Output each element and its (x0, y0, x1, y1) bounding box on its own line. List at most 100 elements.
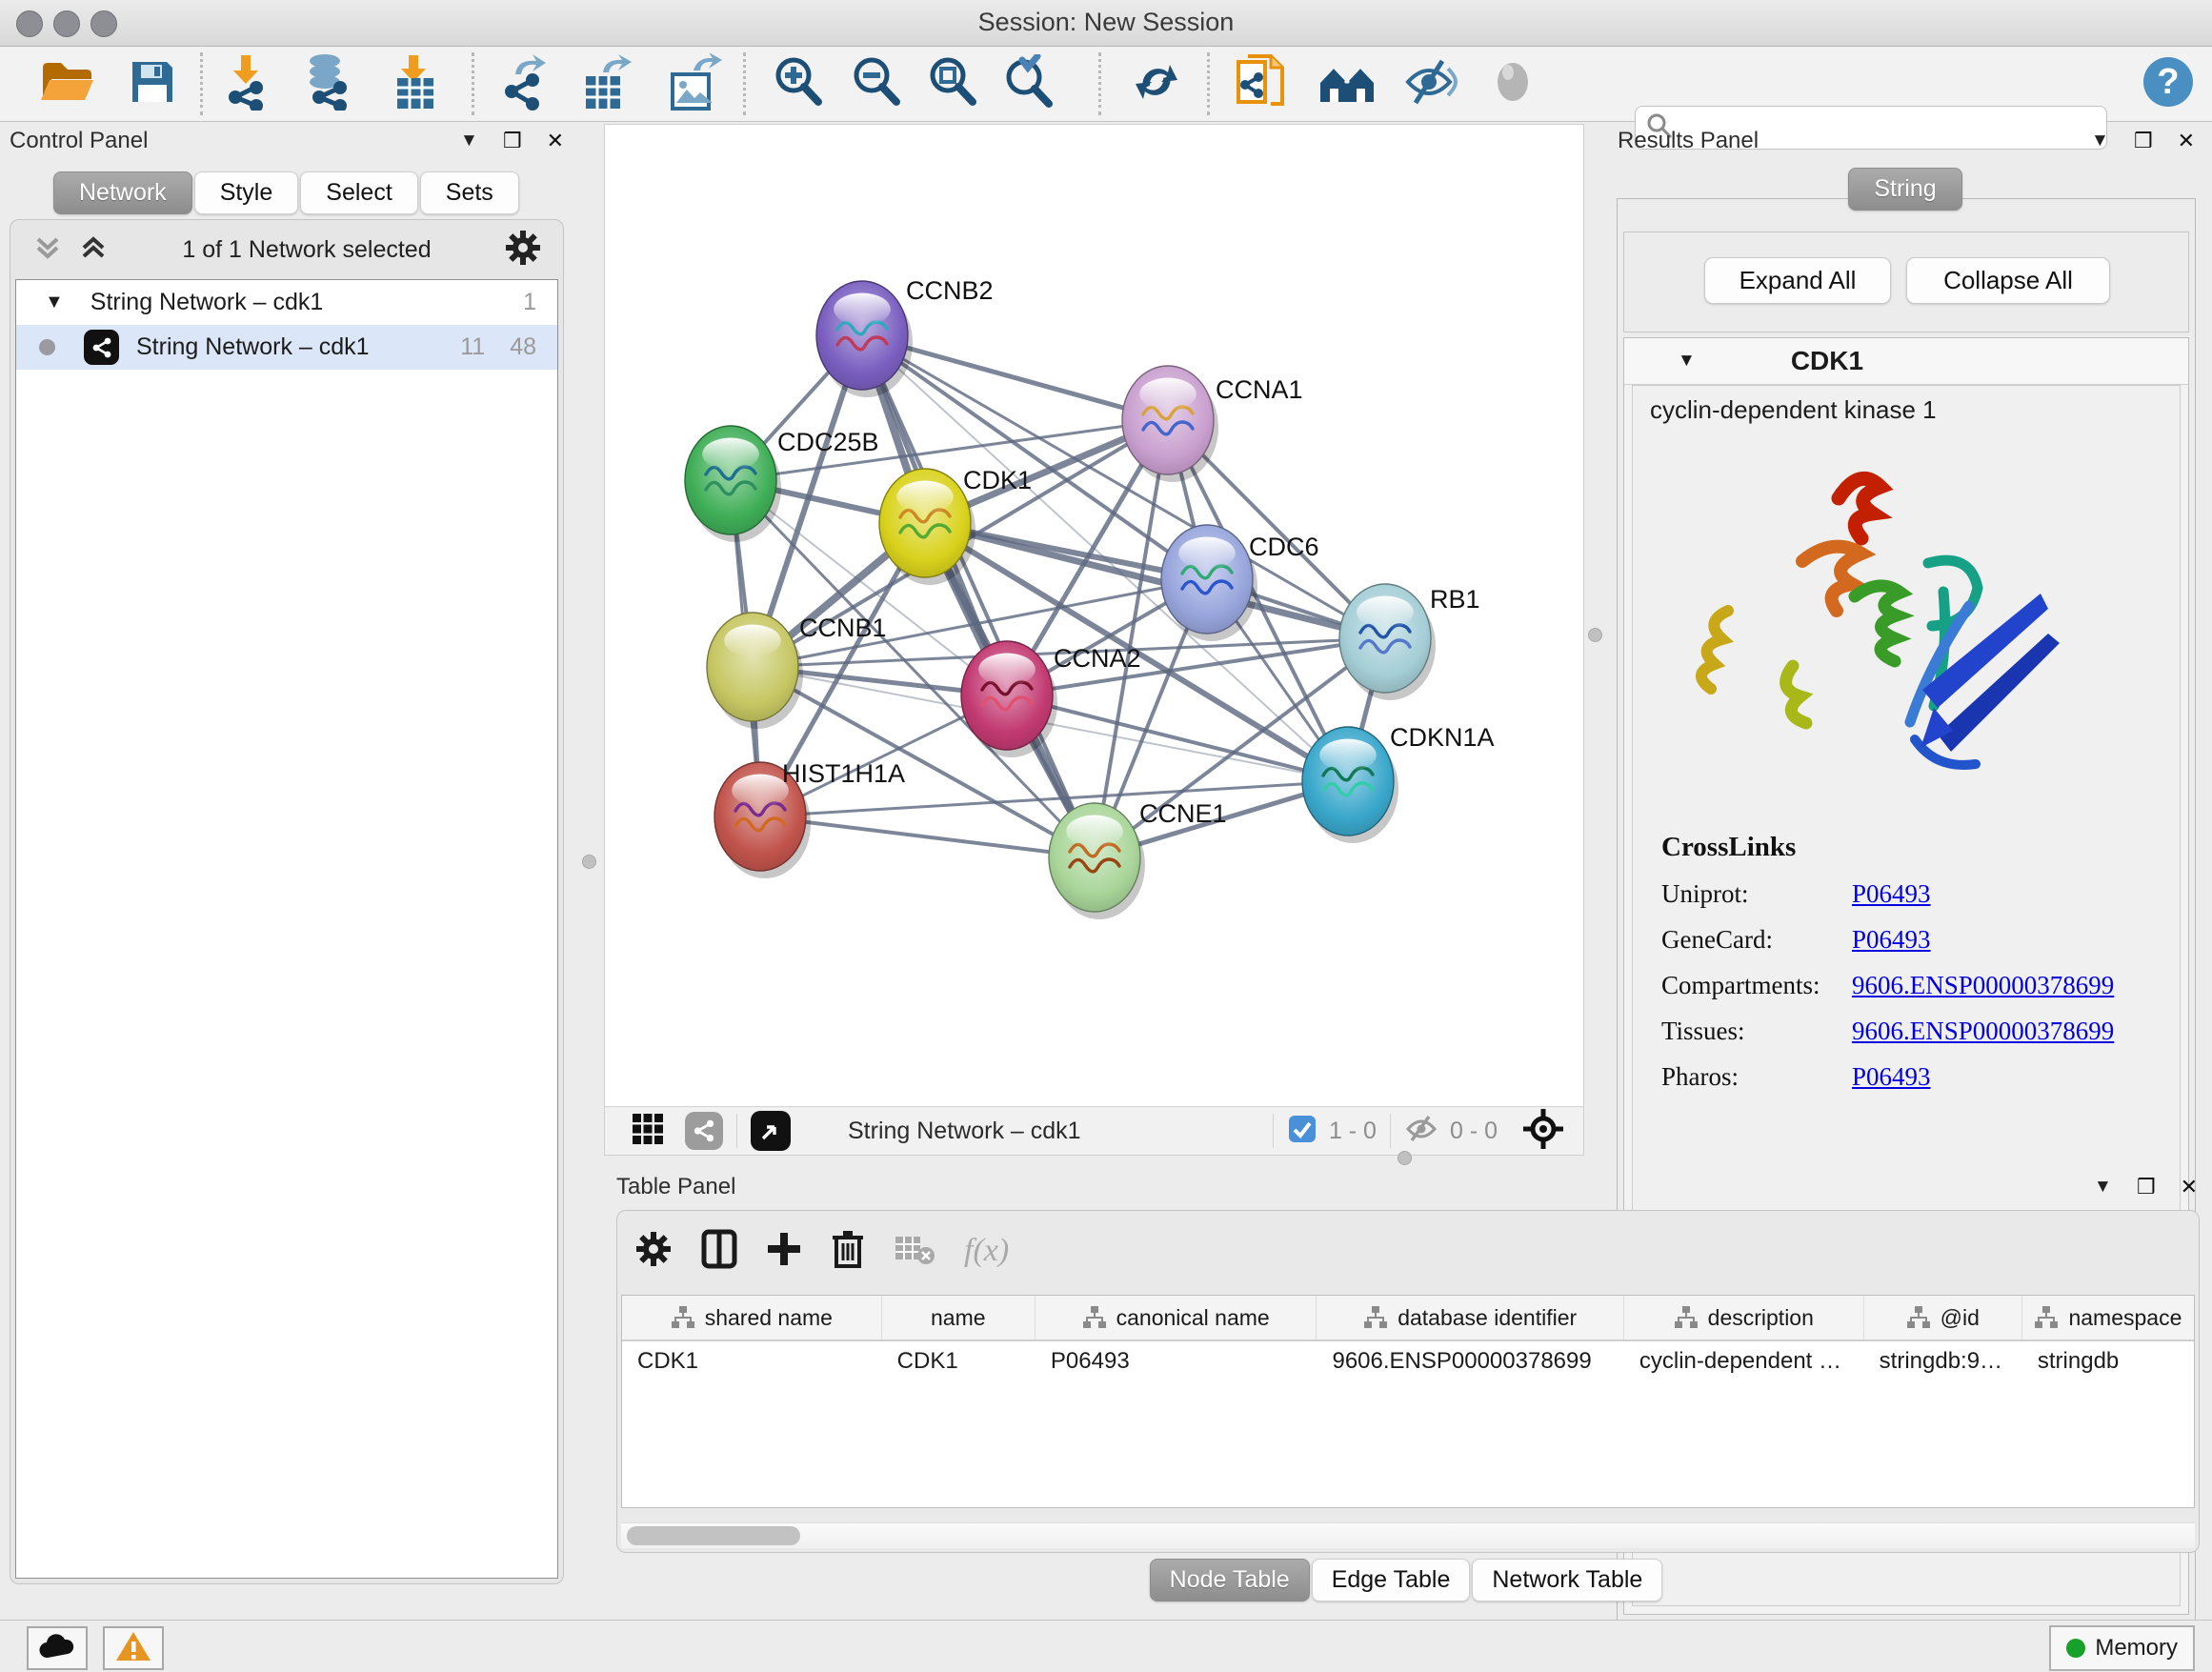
cell-id[interactable]: stringdb:9… (1864, 1341, 2022, 1381)
right-splitter-handle[interactable] (1588, 628, 1602, 642)
cell-canonical-name[interactable]: P06493 (1036, 1341, 1317, 1381)
show-all-button[interactable] (1482, 53, 1543, 114)
table-options-gear-icon[interactable] (634, 1230, 673, 1273)
close-panel-icon[interactable]: ✕ (2178, 129, 2195, 153)
cell-namespace[interactable]: stringdb (2022, 1341, 2194, 1381)
tab-node-table[interactable]: Node Table (1150, 1559, 1310, 1601)
tab-select[interactable]: Select (300, 171, 417, 214)
collection-expand-icon[interactable]: ▼ (45, 292, 64, 313)
tab-network[interactable]: Network (53, 171, 192, 214)
column-header-description[interactable]: description (1624, 1296, 1864, 1340)
hide-selected-button[interactable] (1400, 53, 1461, 114)
control-panel-title: Control Panel (10, 128, 148, 154)
column-header-namespace[interactable]: namespace (2022, 1296, 2194, 1340)
cloud-status-button[interactable] (27, 1626, 88, 1670)
bottom-splitter-handle[interactable] (1398, 1151, 1412, 1165)
collapse-all-networks-icon[interactable] (31, 232, 64, 269)
string-view-icon[interactable] (685, 1112, 723, 1150)
refresh-network-button[interactable] (1126, 53, 1187, 114)
memory-label: Memory (2095, 1635, 2178, 1662)
home-button[interactable] (1317, 53, 1377, 114)
zoom-fit-button[interactable] (922, 53, 983, 114)
panel-menu-icon[interactable]: ▼ (2094, 1177, 2112, 1198)
selected-nodes-checkbox-icon[interactable] (1287, 1114, 1317, 1149)
export-image-button[interactable] (664, 53, 725, 114)
column-header-database-identifier[interactable]: database identifier (1317, 1296, 1623, 1340)
delete-column-icon[interactable] (831, 1228, 865, 1275)
tab-network-table[interactable]: Network Table (1472, 1559, 1662, 1601)
network-row[interactable]: String Network – cdk1 11 48 (16, 325, 557, 370)
crosslink-uniprot[interactable]: P06493 (1852, 879, 1931, 909)
close-panel-icon[interactable]: ✕ (2181, 1175, 2198, 1199)
section-collapse-icon[interactable]: ▼ (1678, 351, 1696, 372)
hidden-eye-icon[interactable] (1404, 1114, 1438, 1149)
table-row[interactable]: CDK1 CDK1 P06493 9606.ENSP00000378699 cy… (622, 1341, 2194, 1381)
node-label-CDK1: CDK1 (963, 466, 1032, 494)
zoom-out-button[interactable] (846, 53, 907, 114)
birds-eye-view-icon[interactable] (751, 1111, 791, 1151)
export-table-button[interactable] (577, 53, 638, 114)
crosslink-pharos[interactable]: P06493 (1852, 1062, 1931, 1092)
cell-shared-name[interactable]: CDK1 (622, 1341, 882, 1381)
tab-style[interactable]: Style (194, 171, 299, 214)
left-splitter-handle[interactable] (582, 855, 596, 869)
float-panel-icon[interactable]: ❒ (2134, 129, 2153, 153)
node-label-CCNA1: CCNA1 (1216, 375, 1303, 404)
protein-structure-image (1679, 449, 2088, 811)
first-neighbors-button[interactable] (1231, 53, 1292, 114)
tab-string[interactable]: String (1848, 168, 1961, 211)
import-table-button[interactable] (385, 53, 446, 114)
tab-edge-table[interactable]: Edge Table (1312, 1559, 1471, 1601)
network-collection-row[interactable]: ▼ String Network – cdk1 1 (16, 280, 557, 325)
cell-description[interactable]: cyclin-dependent … (1624, 1341, 1864, 1381)
toolbar-separator (1207, 52, 1210, 115)
add-column-icon[interactable] (766, 1229, 802, 1274)
import-network-database-button[interactable] (297, 53, 358, 114)
zoom-in-button[interactable] (768, 53, 829, 114)
cell-name[interactable]: CDK1 (882, 1341, 1036, 1381)
close-panel-icon[interactable]: ✕ (547, 129, 564, 153)
scrollbar-thumb[interactable] (627, 1526, 800, 1545)
tab-sets[interactable]: Sets (420, 171, 519, 214)
expand-all-networks-icon[interactable] (77, 232, 110, 269)
crosslink-compartments[interactable]: 9606.ENSP00000378699 (1852, 971, 2114, 1000)
column-header-id[interactable]: @id (1864, 1296, 2022, 1340)
float-panel-icon[interactable]: ❒ (2137, 1175, 2156, 1199)
column-header-name[interactable]: name (882, 1296, 1036, 1340)
gene-section-header[interactable]: ▼ CDK1 (1624, 338, 2188, 385)
show-columns-icon[interactable] (701, 1229, 737, 1274)
crosslink-tissues[interactable]: 9606.ENSP00000378699 (1852, 1017, 2114, 1046)
node-table: shared name name canonical name database… (621, 1295, 2195, 1508)
column-header-shared-name[interactable]: shared name (622, 1296, 882, 1340)
cell-database-identifier[interactable]: 9606.ENSP00000378699 (1317, 1341, 1623, 1381)
help-button[interactable]: ? (2138, 53, 2199, 114)
node-label-CDKN1A: CDKN1A (1390, 723, 1495, 752)
open-session-button[interactable] (36, 53, 97, 114)
panel-menu-icon[interactable]: ▼ (460, 131, 478, 151)
network-canvas[interactable]: CCNB2CCNA1CDC25BCDK1CDC6RB1CCNB1CCNA2CDK… (605, 125, 1583, 1107)
panel-menu-icon[interactable]: ▼ (2091, 131, 2109, 151)
crosslink-genecard[interactable]: P06493 (1852, 925, 1931, 955)
horizontal-scrollbar[interactable] (621, 1522, 2195, 1548)
warning-status-button[interactable] (103, 1626, 164, 1670)
memory-button[interactable]: Memory (2049, 1625, 2195, 1671)
export-network-button[interactable] (495, 53, 556, 114)
function-builder-icon: f(x) (964, 1233, 1009, 1269)
toolbar-separator (1098, 52, 1101, 115)
grid-view-icon[interactable] (632, 1113, 664, 1150)
collapse-all-button[interactable]: Collapse All (1906, 257, 2110, 304)
toolbar-separator (743, 52, 746, 115)
expand-all-button[interactable]: Expand All (1704, 257, 1891, 304)
import-table-icon (390, 53, 441, 115)
float-panel-icon[interactable]: ❒ (503, 129, 522, 153)
zoom-selected-button[interactable] (998, 53, 1059, 114)
save-session-button[interactable] (122, 53, 183, 114)
network-options-gear-icon[interactable] (504, 229, 542, 272)
network-view-toolbar: String Network – cdk1 1 - 0 0 - 0 (605, 1106, 1583, 1155)
table-header-row: shared name name canonical name database… (622, 1296, 2194, 1341)
import-network-file-button[interactable] (217, 53, 278, 114)
fit-content-crosshair-icon[interactable] (1522, 1108, 1564, 1155)
import-network-icon (220, 53, 275, 115)
warning-icon (114, 1630, 152, 1667)
column-header-canonical-name[interactable]: canonical name (1036, 1296, 1317, 1340)
